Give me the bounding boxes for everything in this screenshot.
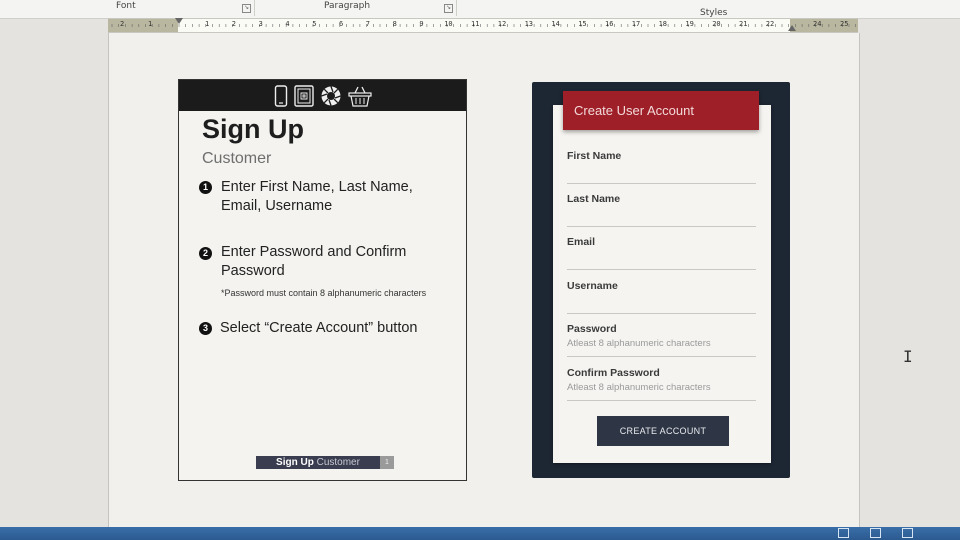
step-number-2: 2 xyxy=(199,247,212,260)
ruler-number: 16 xyxy=(605,20,614,28)
card-subtitle: Customer xyxy=(202,150,272,167)
ruler-number: 7 xyxy=(365,20,371,28)
web-layout-icon[interactable] xyxy=(902,528,913,538)
last-name-field[interactable] xyxy=(567,226,756,227)
first-name-field[interactable] xyxy=(567,183,756,184)
last-name-label: Last Name xyxy=(567,193,621,205)
ruler-number: 5 xyxy=(312,20,317,28)
read-mode-icon[interactable] xyxy=(838,528,849,538)
font-group-label: Font xyxy=(116,1,136,11)
ruler-number: 24 xyxy=(813,20,822,28)
ruler-number: 3 xyxy=(258,20,263,28)
footer-page-number: 1 xyxy=(380,456,394,469)
password-requirement-note: *Password must contain 8 alphanumeric ch… xyxy=(221,288,427,298)
create-account-button[interactable]: CREATE ACCOUNT xyxy=(597,416,729,446)
email-label: Email xyxy=(567,236,596,248)
paragraph-group-label: Paragraph xyxy=(324,1,371,11)
username-label: Username xyxy=(567,280,618,292)
password-field[interactable] xyxy=(567,356,756,357)
print-layout-icon[interactable] xyxy=(870,528,881,538)
username-field[interactable] xyxy=(567,313,756,314)
step-text-3: Select “Create Account” button xyxy=(220,320,418,336)
styles-group-label: Styles xyxy=(700,8,728,18)
ruler-number: 13 xyxy=(524,20,534,28)
smartphone-icon xyxy=(274,84,287,107)
ruler-number: 19 xyxy=(685,20,694,28)
ribbon-separator xyxy=(456,0,457,16)
ruler-number: 2 xyxy=(231,20,237,28)
ruler-number: 14 xyxy=(551,20,560,28)
card-footer-tab: Sign Up Customer xyxy=(256,456,380,469)
first-name-label: First Name xyxy=(567,150,622,162)
ruler-number: 15 xyxy=(578,20,587,28)
basket-icon xyxy=(347,86,372,107)
paragraph-dialog-launcher[interactable]: ↘ xyxy=(444,4,453,13)
aperture-icon xyxy=(320,85,341,106)
ruler-number: 18 xyxy=(658,20,668,28)
ruler-number: 9 xyxy=(419,20,424,28)
password-hint: Atleast 8 alphanumeric characters xyxy=(567,338,711,349)
ruler-number: 8 xyxy=(392,20,397,28)
signup-instructions-card: Sign Up Customer 1 Enter First Name, Las… xyxy=(178,79,467,481)
text-cursor-icon: I xyxy=(903,347,913,366)
device-icon-bar xyxy=(179,80,466,111)
email-field[interactable] xyxy=(567,269,756,270)
ruler-number: 17 xyxy=(631,20,641,28)
confirm-password-field[interactable] xyxy=(567,400,756,401)
font-dialog-launcher[interactable]: ↘ xyxy=(242,4,251,13)
ruler-number: 12 xyxy=(497,20,507,28)
ruler-number: 4 xyxy=(285,20,290,28)
footer-bold-label: Sign Up xyxy=(276,457,314,468)
ruler-number: 20 xyxy=(712,20,721,28)
ruler-number: 22 xyxy=(765,20,775,28)
ruler-number: 1 xyxy=(205,20,210,28)
ruler-number: 10 xyxy=(444,20,453,28)
form-header: Create User Account xyxy=(563,91,759,130)
ruler-number: 11 xyxy=(471,20,480,28)
ruler-number: 25 xyxy=(840,20,849,28)
ruler-number: 1 xyxy=(148,20,153,28)
step-text-2: Enter Password and Confirm Password xyxy=(221,244,407,279)
step-number-1: 1 xyxy=(199,181,212,194)
status-bar xyxy=(0,527,960,540)
ribbon-separator xyxy=(254,0,255,16)
confirm-password-hint: Atleast 8 alphanumeric characters xyxy=(567,382,711,393)
first-line-indent-marker[interactable] xyxy=(175,18,183,24)
step-text-1: Enter First Name, Last Name, Email, User… xyxy=(221,179,413,214)
step-number-3: 3 xyxy=(199,322,212,335)
ruler-number: 2 xyxy=(120,20,125,28)
right-indent-marker[interactable] xyxy=(788,25,796,31)
card-title: Sign Up xyxy=(202,114,304,144)
ruler-number: 21 xyxy=(739,20,748,28)
ribbon-group-labels: Font ↘ Paragraph ↘ Styles xyxy=(0,0,960,19)
confirm-password-label: Confirm Password xyxy=(567,367,660,379)
footer-light-label: Customer xyxy=(316,457,360,468)
horizontal-ruler[interactable]: 2 1 1 2 3 4 5 6 7 8 9 10 11 12 13 14 15 16 17 18 19 20 21 22 … xyxy=(108,18,858,33)
password-label: Password xyxy=(567,323,617,335)
tablet-icon xyxy=(293,84,314,107)
ruler-number: 6 xyxy=(339,20,344,28)
